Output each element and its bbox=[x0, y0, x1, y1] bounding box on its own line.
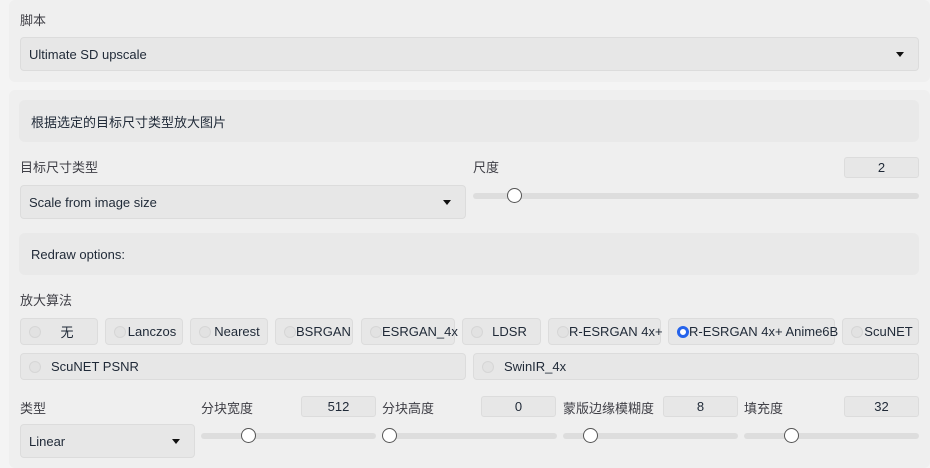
radio-icon bbox=[370, 325, 382, 338]
radio-icon bbox=[471, 325, 483, 338]
tile-width-number-input[interactable]: 512 bbox=[301, 396, 376, 417]
target-size-dropdown[interactable]: Scale from image size bbox=[20, 185, 466, 219]
radio-icon bbox=[114, 325, 126, 338]
script-dropdown[interactable]: Ultimate SD upscale bbox=[20, 37, 919, 71]
scale-number-input[interactable]: 2 bbox=[844, 157, 919, 178]
tile-height-slider[interactable] bbox=[382, 428, 557, 443]
upscaler-option-esrgan-4x[interactable]: ESRGAN_4x bbox=[361, 318, 458, 345]
padding-label: 填充度 bbox=[744, 401, 784, 416]
radio-icon bbox=[199, 325, 211, 338]
radio-selected-icon bbox=[677, 325, 689, 338]
upscaler-option-scunet[interactable]: ScuNET bbox=[842, 318, 919, 345]
script-label: 脚本 bbox=[20, 13, 47, 28]
scale-slider[interactable] bbox=[473, 188, 919, 203]
chevron-down-icon bbox=[896, 52, 904, 57]
mask-blur-slider-thumb[interactable] bbox=[583, 428, 598, 443]
script-panel: 脚本 Ultimate SD upscale bbox=[9, 0, 930, 82]
upscaler-option-nearest[interactable]: Nearest bbox=[190, 318, 268, 345]
scale-slider-thumb[interactable] bbox=[507, 188, 523, 203]
redraw-options-label: Redraw options: bbox=[31, 246, 125, 262]
mask-blur-label: 蒙版边缘模糊度 bbox=[563, 401, 655, 416]
upscaler-option-scunet-psnr[interactable]: ScuNET PSNR bbox=[20, 353, 466, 380]
tile-width-slider[interactable] bbox=[201, 428, 376, 443]
radio-icon bbox=[29, 360, 41, 373]
upscaler-option-r-esrgan-4x-anime6b[interactable]: R-ESRGAN 4x+ Anime6B bbox=[668, 318, 838, 345]
radio-icon bbox=[284, 325, 296, 338]
scale-label: 尺度 bbox=[473, 160, 500, 175]
tile-width-slider-thumb[interactable] bbox=[241, 428, 256, 443]
description-box: 根据选定的目标尺寸类型放大图片 bbox=[19, 100, 919, 142]
script-selected: Ultimate SD upscale bbox=[29, 46, 147, 62]
upscaler-option-r-esrgan-4x[interactable]: R-ESRGAN 4x+ bbox=[548, 318, 663, 345]
padding-slider-thumb[interactable] bbox=[784, 428, 799, 443]
upscaler-option-bsrgan[interactable]: BSRGAN bbox=[275, 318, 353, 345]
radio-icon bbox=[482, 360, 494, 373]
upscaler-option-lanczos[interactable]: Lanczos bbox=[105, 318, 183, 345]
type-selected: Linear bbox=[29, 433, 66, 449]
upscaler-option-swinir-4x[interactable]: SwinIR_4x bbox=[473, 353, 919, 380]
padding-number-input[interactable]: 32 bbox=[844, 396, 919, 417]
upscaler-label: 放大算法 bbox=[20, 293, 73, 308]
description-text: 根据选定的目标尺寸类型放大图片 bbox=[31, 114, 227, 130]
upscaler-option-none[interactable]: 无 bbox=[20, 318, 98, 345]
chevron-down-icon bbox=[443, 200, 451, 205]
tile-width-label: 分块宽度 bbox=[201, 401, 254, 416]
radio-icon bbox=[29, 325, 41, 338]
padding-slider[interactable] bbox=[744, 428, 919, 443]
radio-icon bbox=[557, 325, 569, 338]
type-label: 类型 bbox=[20, 401, 47, 416]
radio-icon bbox=[851, 325, 863, 338]
upscale-settings-panel: 根据选定的目标尺寸类型放大图片 目标尺寸类型 Scale from image … bbox=[9, 90, 930, 468]
type-dropdown[interactable]: Linear bbox=[20, 424, 195, 458]
tile-height-label: 分块高度 bbox=[382, 401, 435, 416]
mask-blur-slider[interactable] bbox=[563, 428, 738, 443]
redraw-options-box: Redraw options: bbox=[19, 233, 919, 275]
target-size-label: 目标尺寸类型 bbox=[20, 160, 99, 175]
target-size-selected: Scale from image size bbox=[29, 194, 157, 210]
upscaler-option-ldsr[interactable]: LDSR bbox=[462, 318, 541, 345]
tile-height-slider-thumb[interactable] bbox=[382, 428, 397, 443]
mask-blur-number-input[interactable]: 8 bbox=[663, 396, 738, 417]
tile-height-number-input[interactable]: 0 bbox=[481, 396, 556, 417]
chevron-down-icon bbox=[172, 439, 180, 444]
